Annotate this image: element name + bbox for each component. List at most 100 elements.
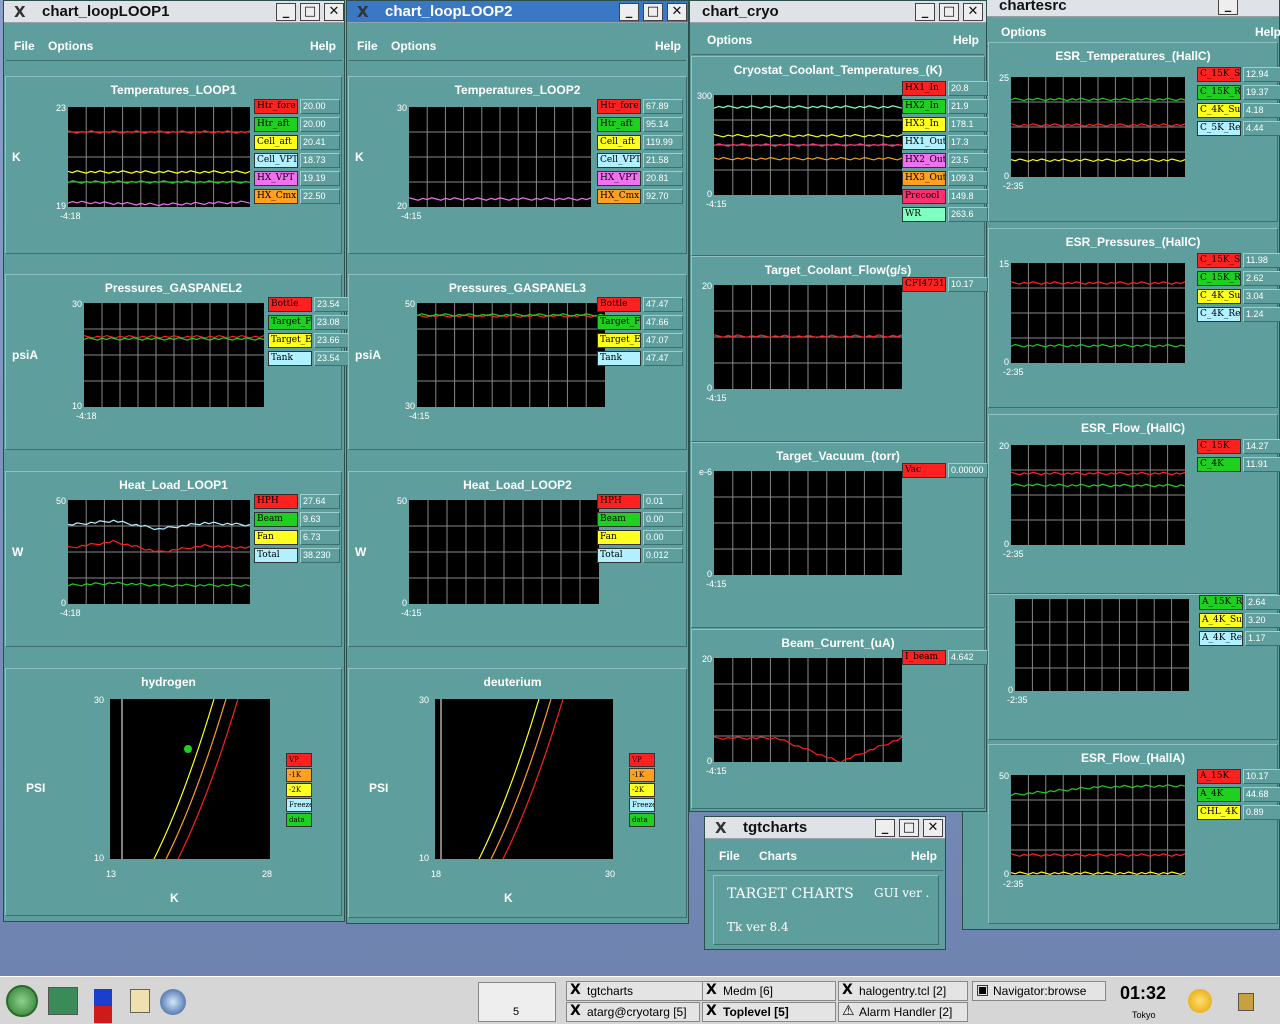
clock-time[interactable]: 01:32 [1120, 983, 1166, 1004]
legend-label-HX3_Out[interactable]: HX3_Out [902, 171, 946, 186]
minimize-button[interactable]: _ [276, 3, 296, 21]
legend-label-HX_VPT[interactable]: HX_VPT [254, 171, 298, 186]
menu-help[interactable]: Help [310, 39, 336, 53]
maximize-button[interactable]: □ [939, 3, 959, 21]
legend-label-A_4K_Sup[interactable]: A_4K_Sup [1199, 613, 1243, 628]
legend-label-C_4K[interactable]: C_4K [1197, 457, 1241, 472]
desktop-pager[interactable]: 5 [478, 982, 556, 1022]
titlebar-loop2[interactable]: X chart_loopLOOP2 _ □ ✕ [347, 1, 688, 23]
menu-help[interactable]: Help [911, 849, 937, 863]
legend-label-A_15K[interactable]: A_15K [1197, 769, 1241, 784]
legend-label-WR[interactable]: WR [902, 207, 946, 222]
minimize-button[interactable]: _ [915, 3, 935, 21]
legend-label-HX1_Out[interactable]: HX1_Out [902, 135, 946, 150]
desktop-icon[interactable] [48, 987, 78, 1015]
legend-label-Cell_VPT[interactable]: Cell_VPT [597, 153, 641, 168]
legend-label-Tank[interactable]: Tank [268, 351, 312, 366]
phase-legend--2K[interactable]: -2K [629, 783, 655, 797]
legend-label-C_15K_Su[interactable]: C_15K_Su [1197, 67, 1241, 82]
legend-label-Beam[interactable]: Beam [254, 512, 298, 527]
legend-label-CFI4731A[interactable]: CFI4731A [902, 277, 946, 292]
menu-help[interactable]: Help [655, 39, 681, 53]
legend-label-HX1_In[interactable]: HX1_In [902, 81, 946, 96]
legend-label-CHL_4K[interactable]: CHL_4K [1197, 805, 1241, 820]
legend-label-HX2_Out[interactable]: HX2_Out [902, 153, 946, 168]
legend-label-C_15K_Su[interactable]: C_15K_Su [1197, 253, 1241, 268]
legend-label-Vac[interactable]: Vac [902, 463, 946, 478]
phase-legend--1K[interactable]: -1K [286, 768, 312, 782]
phase-legend-VP[interactable]: VP [629, 753, 655, 767]
menu-file[interactable]: File [14, 39, 35, 53]
task-halogentry[interactable]: Xhalogentry.tcl [2] [838, 981, 968, 1001]
close-button[interactable]: ✕ [963, 3, 983, 21]
minimize-button[interactable]: _ [875, 819, 895, 837]
menu-help[interactable]: Help [1255, 25, 1280, 39]
minimize-button[interactable]: _ [1218, 0, 1238, 15]
legend-label-HX_VPT[interactable]: HX_VPT [597, 171, 641, 186]
legend-label-C_5K_Re[interactable]: C_5K_Re [1197, 121, 1241, 136]
legend-label-Target_Fi[interactable]: Target_Fi [597, 315, 641, 330]
task-alarm-handler[interactable]: ⚠ Alarm Handler [2] [838, 1002, 968, 1022]
legend-label-I_beam[interactable]: I_beam [902, 650, 946, 665]
legend-label-Total[interactable]: Total [254, 548, 298, 563]
maximize-button[interactable]: □ [300, 3, 320, 21]
task-navigator[interactable]: ▣ Navigator:browse [972, 981, 1106, 1001]
legend-label-Bottle[interactable]: Bottle [597, 297, 641, 312]
legend-label-Beam[interactable]: Beam [597, 512, 641, 527]
status-light-icon[interactable] [1188, 989, 1212, 1013]
browser-icon[interactable] [160, 989, 186, 1015]
close-button[interactable]: ✕ [923, 819, 943, 837]
task-medm[interactable]: X Medm [6] [702, 981, 836, 1001]
legend-label-HPH[interactable]: HPH [254, 494, 298, 509]
settings-icon[interactable] [94, 989, 112, 1023]
close-button[interactable]: ✕ [324, 3, 344, 21]
office-icon[interactable] [130, 989, 150, 1013]
legend-label-Target_Ex[interactable]: Target_Ex [597, 333, 641, 348]
phase-legend-Freeze[interactable]: Freeze [629, 798, 655, 812]
menu-file[interactable]: File [357, 39, 378, 53]
menu-help[interactable]: Help [953, 33, 979, 47]
lock-icon[interactable] [1238, 993, 1254, 1011]
legend-label-Htr_aft[interactable]: Htr_aft [254, 117, 298, 132]
phase-legend-data[interactable]: data [286, 813, 312, 827]
legend-label-Target_Ex[interactable]: Target_Ex [268, 333, 312, 348]
legend-label-Bottle[interactable]: Bottle [268, 297, 312, 312]
legend-label-Htr_fore[interactable]: Htr_fore [597, 99, 641, 114]
phase-legend-data[interactable]: data [629, 813, 655, 827]
legend-label-A_4K_Re[interactable]: A_4K_Re [1199, 631, 1243, 646]
menu-options[interactable]: Options [707, 33, 752, 47]
phase-legend-VP[interactable]: VP [286, 753, 312, 767]
legend-label-HX3_In[interactable]: HX3_In [902, 117, 946, 132]
maximize-button[interactable]: □ [643, 3, 663, 21]
menu-file[interactable]: File [719, 849, 740, 863]
legend-label-Cell_aft[interactable]: Cell_aft [254, 135, 298, 150]
legend-label-Htr_fore[interactable]: Htr_fore [254, 99, 298, 114]
legend-label-C_4K_Sup[interactable]: C_4K_Sup [1197, 103, 1241, 118]
legend-label-Fan[interactable]: Fan [254, 530, 298, 545]
close-button[interactable]: ✕ [667, 3, 687, 21]
legend-label-HX_Cmx[interactable]: HX_Cmx [597, 189, 641, 204]
phase-legend--1K[interactable]: -1K [629, 768, 655, 782]
window-tgtcharts[interactable]: X tgtcharts _ □ ✕ File Charts Help TARGE… [704, 816, 946, 950]
legend-label-HX2_In[interactable]: HX2_In [902, 99, 946, 114]
legend-label-Cell_aft[interactable]: Cell_aft [597, 135, 641, 150]
start-menu-icon[interactable] [6, 985, 38, 1017]
menu-options[interactable]: Options [1001, 25, 1046, 39]
minimize-button[interactable]: _ [619, 3, 639, 21]
legend-label-Cell_VPT[interactable]: Cell_VPT [254, 153, 298, 168]
maximize-button[interactable]: □ [899, 819, 919, 837]
legend-label-C_4K_Sup[interactable]: C_4K_Sup [1197, 289, 1241, 304]
legend-label-Total[interactable]: Total [597, 548, 641, 563]
titlebar-esr[interactable]: chartesrc _ [963, 0, 1279, 17]
legend-label-HPH[interactable]: HPH [597, 494, 641, 509]
titlebar-loop1[interactable]: X chart_loopLOOP1 _ □ ✕ [4, 1, 344, 23]
legend-label-C_15K_R[interactable]: C_15K_R [1197, 85, 1241, 100]
menu-options[interactable]: Options [48, 39, 93, 53]
titlebar-cryo[interactable]: chart_cryo _ □ ✕ [690, 1, 986, 23]
menu-options[interactable]: Options [391, 39, 436, 53]
legend-label-Fan[interactable]: Fan [597, 530, 641, 545]
legend-label-Precool[interactable]: Precool [902, 189, 946, 204]
legend-label-A_4K[interactable]: A_4K [1197, 787, 1241, 802]
legend-label-HX_Cmx[interactable]: HX_Cmx [254, 189, 298, 204]
legend-label-Target_Fi[interactable]: Target_Fi [268, 315, 312, 330]
